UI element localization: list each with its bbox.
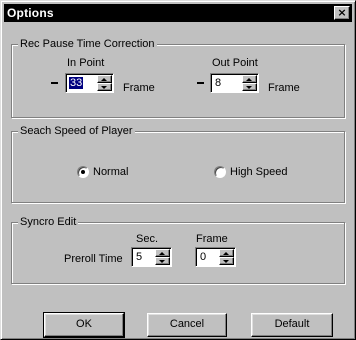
preroll-frame-spin-buttons: [219, 249, 234, 265]
in-point-spin-buttons: [97, 75, 112, 91]
in-point-up-button[interactable]: [97, 75, 112, 83]
preroll-sec-value[interactable]: 5: [135, 251, 143, 263]
preroll-frame-up-button[interactable]: [219, 249, 234, 257]
rec-pause-group-label: Rec Pause Time Correction: [18, 38, 157, 50]
preroll-sec-stepper[interactable]: 5: [131, 247, 172, 267]
in-point-value[interactable]: 33: [69, 77, 84, 89]
search-speed-group: Seach Speed of Player: [11, 125, 345, 203]
normal-radio-label[interactable]: Normal: [93, 166, 128, 178]
preroll-frame-value[interactable]: 0: [199, 251, 207, 263]
preroll-sec-down-button[interactable]: [155, 257, 170, 265]
frame-column-label: Frame: [196, 233, 228, 245]
preroll-frame-down-button[interactable]: [219, 257, 234, 265]
out-point-spin-buttons: [242, 75, 257, 91]
in-point-label: In Point: [67, 57, 105, 69]
out-point-down-button[interactable]: [242, 83, 257, 91]
high-speed-radio-label[interactable]: High Speed: [230, 166, 288, 178]
sec-column-label: Sec.: [136, 233, 159, 245]
spin-down-arrow-icon: [101, 86, 107, 89]
cancel-button[interactable]: Cancel: [147, 313, 227, 337]
spin-up-arrow-icon: [246, 78, 252, 81]
out-point-unit: Frame: [268, 82, 300, 94]
in-point-unit: Frame: [123, 82, 155, 94]
search-speed-group-label: Seach Speed of Player: [18, 125, 135, 137]
options-dialog: Options × Rec Pause Time Correction In P…: [0, 0, 356, 340]
spin-up-arrow-icon: [101, 78, 107, 81]
preroll-sec-up-button[interactable]: [155, 249, 170, 257]
preroll-sec-spin-buttons: [155, 249, 170, 265]
spin-down-arrow-icon: [246, 86, 252, 89]
rec-pause-group: Rec Pause Time Correction: [11, 38, 345, 118]
in-point-down-button[interactable]: [97, 83, 112, 91]
close-button[interactable]: ×: [334, 6, 350, 20]
high-speed-radio[interactable]: [214, 166, 226, 178]
spin-down-arrow-icon: [223, 260, 229, 263]
syncro-edit-group-label: Syncro Edit: [18, 216, 79, 228]
ok-button[interactable]: OK: [43, 312, 125, 338]
close-icon: ×: [337, 6, 347, 19]
syncro-edit-group: Syncro Edit: [11, 216, 345, 284]
default-button[interactable]: Default: [251, 313, 333, 337]
out-point-value[interactable]: 8: [214, 77, 222, 89]
title-bar[interactable]: Options ×: [4, 4, 352, 22]
out-point-minus-sign: [197, 82, 204, 84]
preroll-frame-stepper[interactable]: 0: [195, 247, 236, 267]
in-point-stepper[interactable]: 33: [65, 73, 114, 93]
spin-up-arrow-icon: [159, 252, 165, 255]
normal-radio[interactable]: [77, 166, 89, 178]
spin-up-arrow-icon: [223, 252, 229, 255]
out-point-label: Out Point: [212, 57, 258, 69]
out-point-up-button[interactable]: [242, 75, 257, 83]
in-point-minus-sign: [51, 82, 58, 84]
window-title: Options: [7, 6, 54, 20]
out-point-stepper[interactable]: 8: [210, 73, 259, 93]
spin-down-arrow-icon: [159, 260, 165, 263]
radio-selected-dot-icon: [81, 170, 85, 174]
preroll-time-label: Preroll Time: [64, 253, 123, 265]
